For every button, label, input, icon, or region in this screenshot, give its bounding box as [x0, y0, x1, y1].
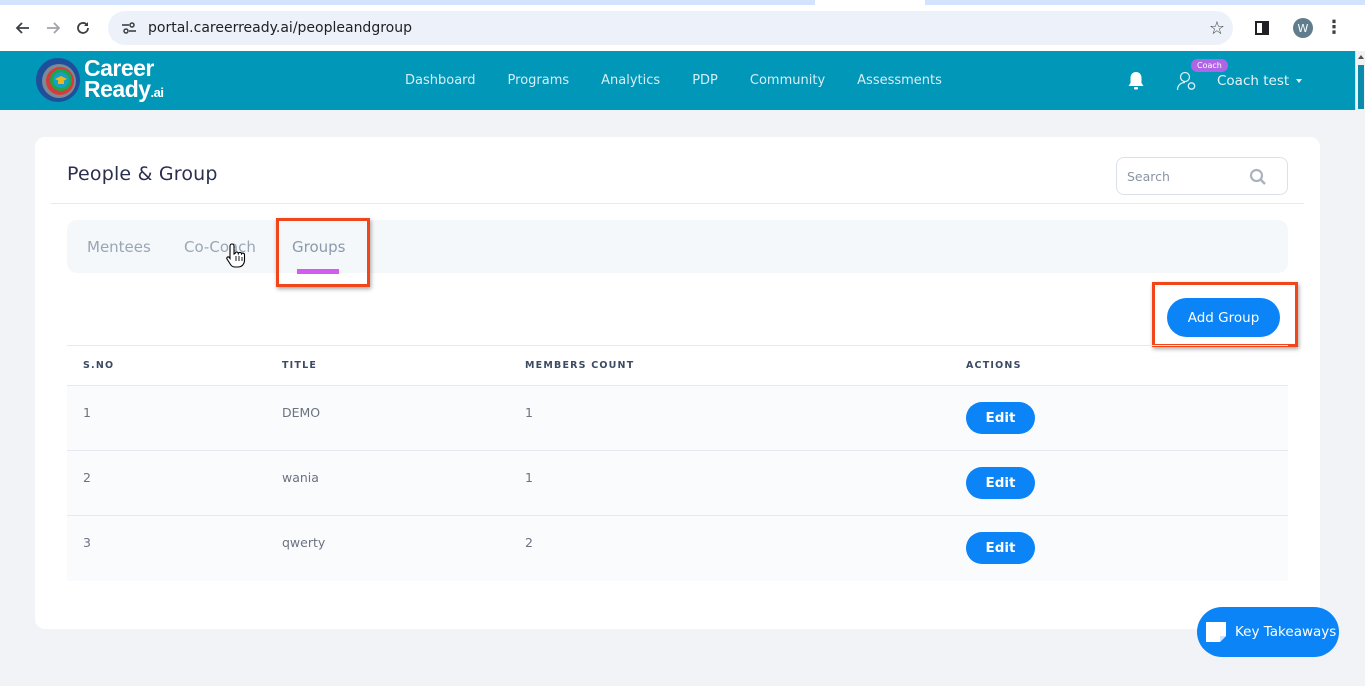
logo-mark-icon [36, 58, 80, 102]
caret-down-icon [1296, 78, 1303, 83]
notification-bell-icon[interactable] [1126, 71, 1146, 91]
edit-button[interactable]: Edit [966, 467, 1035, 499]
table-header: S.NO TITLE MEMBERS COUNT ACTIONS [67, 345, 1288, 386]
address-bar[interactable]: portal.careerready.ai/peopleandgroup ☆ [108, 11, 1233, 45]
profile-avatar[interactable]: W [1293, 18, 1313, 38]
people-group-card: People & Group Mentees Co-Coach Groups A… [35, 137, 1320, 629]
header-actions: ACTIONS [966, 360, 1022, 371]
table-row: 2 wania 1 Edit [67, 451, 1288, 516]
arrow-left-icon [15, 22, 29, 34]
url-text[interactable]: portal.careerready.ai/peopleandgroup [148, 20, 1201, 36]
scrollbar-thumb[interactable] [1358, 65, 1364, 109]
table-row: 1 DEMO 1 Edit [67, 386, 1288, 451]
groups-table: S.NO TITLE MEMBERS COUNT ACTIONS 1 DEMO … [67, 345, 1288, 581]
header-sno: S.NO [83, 360, 115, 371]
edit-button[interactable]: Edit [966, 532, 1035, 564]
key-takeaways-label: Key Takeaways [1235, 624, 1337, 640]
browser-toolbar: portal.careerready.ai/peopleandgroup ☆ W… [0, 5, 1365, 51]
logo-line-ready: Ready [84, 75, 151, 102]
table-row: 3 qwerty 2 Edit [67, 516, 1288, 581]
logo-suffix: .ai [150, 84, 164, 100]
reload-button[interactable] [68, 13, 98, 43]
key-takeaways-button[interactable]: Key Takeaways [1197, 607, 1339, 657]
tab-mentees[interactable]: Mentees [87, 238, 151, 256]
tab-groups[interactable]: Groups [292, 238, 345, 256]
sticky-note-icon [1206, 622, 1226, 642]
bookmark-star-icon[interactable]: ☆ [1201, 18, 1233, 39]
user-settings-icon[interactable] [1176, 70, 1198, 92]
cell-title: qwerty [282, 535, 326, 550]
page-title: People & Group [67, 163, 218, 185]
cell-title: DEMO [282, 405, 321, 420]
search-input[interactable] [1127, 168, 1247, 184]
app-header: Career Ready.ai Dashboard Programs Analy… [0, 51, 1365, 110]
cell-sno: 2 [83, 470, 91, 485]
forward-button[interactable] [38, 13, 68, 43]
add-group-button[interactable]: Add Group [1167, 298, 1280, 337]
search-field[interactable] [1116, 157, 1288, 195]
careerready-logo[interactable]: Career Ready.ai [34, 56, 164, 104]
header-divider [51, 203, 1304, 204]
cell-sno: 3 [83, 535, 91, 550]
nav-analytics[interactable]: Analytics [601, 73, 660, 88]
nav-community[interactable]: Community [750, 73, 825, 88]
back-button[interactable] [8, 13, 38, 43]
main-nav: Dashboard Programs Analytics PDP Communi… [405, 51, 974, 110]
cell-sno: 1 [83, 405, 91, 420]
nav-pdp[interactable]: PDP [692, 73, 718, 88]
browser-menu-icon[interactable]: ⋮ [1325, 19, 1343, 37]
site-settings-icon[interactable] [118, 17, 140, 39]
edit-button[interactable]: Edit [966, 402, 1035, 434]
search-icon[interactable] [1249, 168, 1267, 186]
role-badge: Coach [1191, 59, 1228, 72]
header-members-count: MEMBERS COUNT [525, 360, 635, 371]
active-tab-indicator [297, 269, 339, 274]
side-panel-icon[interactable] [1255, 21, 1269, 35]
logo-text: Career Ready.ai [84, 56, 164, 103]
cell-members: 2 [525, 535, 533, 550]
nav-dashboard[interactable]: Dashboard [405, 73, 476, 88]
cell-title: wania [282, 470, 319, 485]
arrow-right-icon [47, 22, 61, 34]
header-title: TITLE [282, 360, 318, 371]
nav-assessments[interactable]: Assessments [857, 73, 942, 88]
cell-members: 1 [525, 405, 533, 420]
scroll-up-icon[interactable] [1358, 55, 1364, 59]
cell-members: 1 [525, 470, 533, 485]
reload-icon [77, 22, 89, 34]
tab-bar: Mentees Co-Coach Groups [67, 220, 1288, 273]
page-scrollbar[interactable] [1355, 51, 1365, 110]
user-menu-dropdown[interactable]: Coach test [1217, 72, 1303, 89]
hand-pointer-cursor-icon [226, 243, 246, 268]
user-name: Coach test [1217, 72, 1290, 89]
nav-programs[interactable]: Programs [508, 73, 570, 88]
